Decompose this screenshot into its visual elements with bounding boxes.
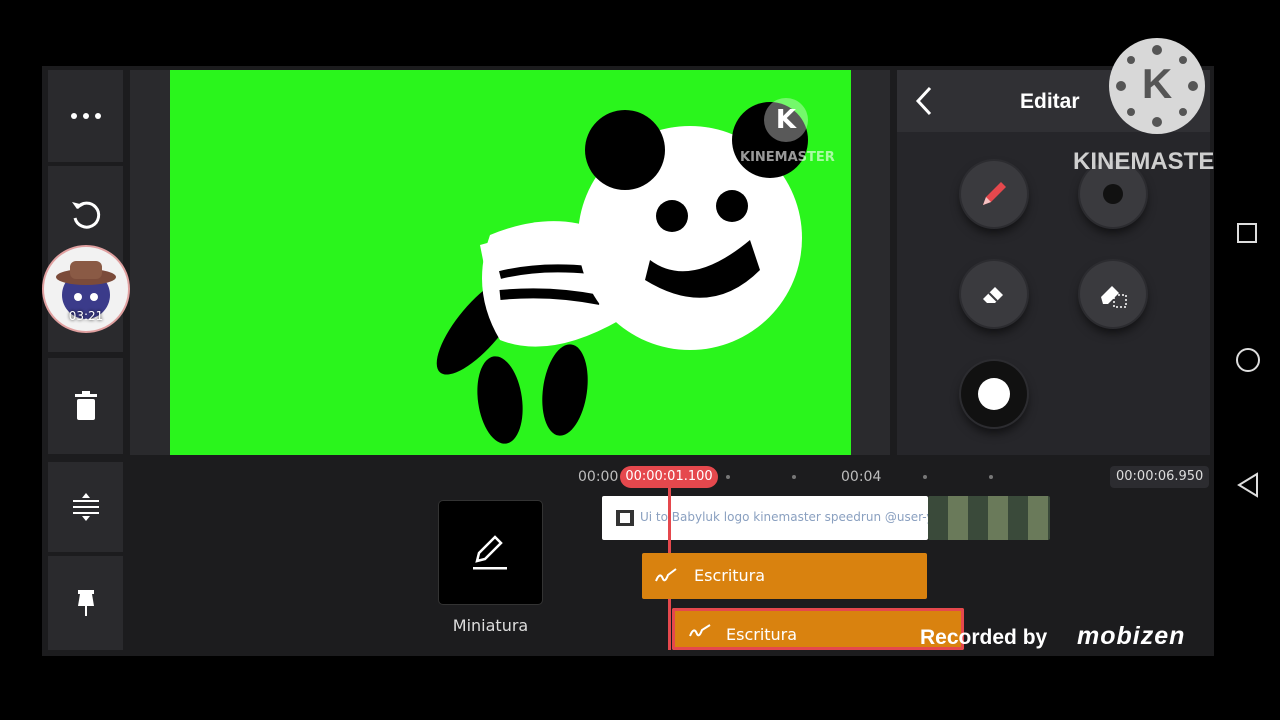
- pin-icon: [77, 590, 94, 616]
- handwriting-icon: [689, 624, 711, 637]
- avatar[interactable]: 03:21: [42, 245, 130, 333]
- edit-pencil-icon: [473, 535, 507, 570]
- preview-watermark-text: KINEMASTER: [740, 150, 835, 165]
- avatar-time: 03:21: [68, 309, 104, 323]
- edit-panel-title: Editar: [1020, 90, 1080, 113]
- align-button[interactable]: [48, 462, 123, 552]
- triangle-nav-icon[interactable]: [1236, 472, 1260, 498]
- escritura-clip-label: Escritura: [694, 566, 766, 585]
- video-clip[interactable]: Ui to Babyluk logo kinemaster speedrun @…: [602, 496, 996, 540]
- ruler-start: 00:00: [578, 469, 619, 485]
- kinemaster-logo-letter: K: [1141, 60, 1173, 107]
- ruler-dot: [792, 475, 796, 479]
- thumbnail-label: Miniatura: [452, 616, 529, 635]
- eraser-tool[interactable]: [961, 261, 1027, 327]
- delete-icon: [74, 391, 97, 420]
- more-icon: [70, 113, 101, 119]
- back-button[interactable]: [910, 84, 940, 118]
- kinemaster-brand-text: KINEMASTER: [1073, 148, 1232, 175]
- back-icon: [915, 86, 932, 116]
- video-preview[interactable]: K KINEMASTER: [170, 70, 851, 455]
- erase-all-icon: [1101, 286, 1127, 308]
- recorder-brand: mobizen: [1077, 622, 1186, 650]
- kinemaster-logo: K: [1109, 38, 1205, 134]
- delete-button[interactable]: [48, 358, 123, 454]
- circle-nav-icon[interactable]: [1236, 348, 1260, 372]
- square-nav-icon[interactable]: [1237, 223, 1257, 243]
- handwriting-icon: [655, 568, 677, 582]
- recorder-prefix: Recorded by: [920, 626, 1048, 649]
- ruler-end: 00:00:06.950: [1110, 466, 1210, 488]
- brush-size-tool[interactable]: [961, 361, 1027, 427]
- pencil-icon: [983, 182, 1006, 205]
- ruler-tick: 00:04: [841, 469, 882, 485]
- ruler-dot: [726, 475, 730, 479]
- ruler-dot: [923, 475, 927, 479]
- align-icon: [72, 493, 99, 521]
- ruler-dot: [989, 475, 993, 479]
- escritura-clip[interactable]: Escritura: [642, 553, 927, 599]
- brush-size-icon: [978, 378, 1010, 410]
- more-button[interactable]: [48, 70, 123, 162]
- panda-character: [436, 102, 808, 444]
- playhead-time[interactable]: 00:00:01.100: [620, 466, 718, 488]
- eraser-icon: [983, 287, 1003, 303]
- video-clip-thumbnails[interactable]: [928, 496, 1050, 540]
- erase-all-tool[interactable]: [1080, 261, 1146, 327]
- pin-button[interactable]: [48, 556, 123, 650]
- pencil-tool[interactable]: [961, 161, 1027, 227]
- thumbnail-button[interactable]: [439, 501, 542, 604]
- preview-watermark-logo: K: [764, 98, 808, 142]
- film-icon: [616, 510, 634, 526]
- undo-icon: [71, 201, 100, 229]
- color-icon: [1103, 184, 1123, 204]
- escritura-clip-label: Escritura: [726, 625, 798, 644]
